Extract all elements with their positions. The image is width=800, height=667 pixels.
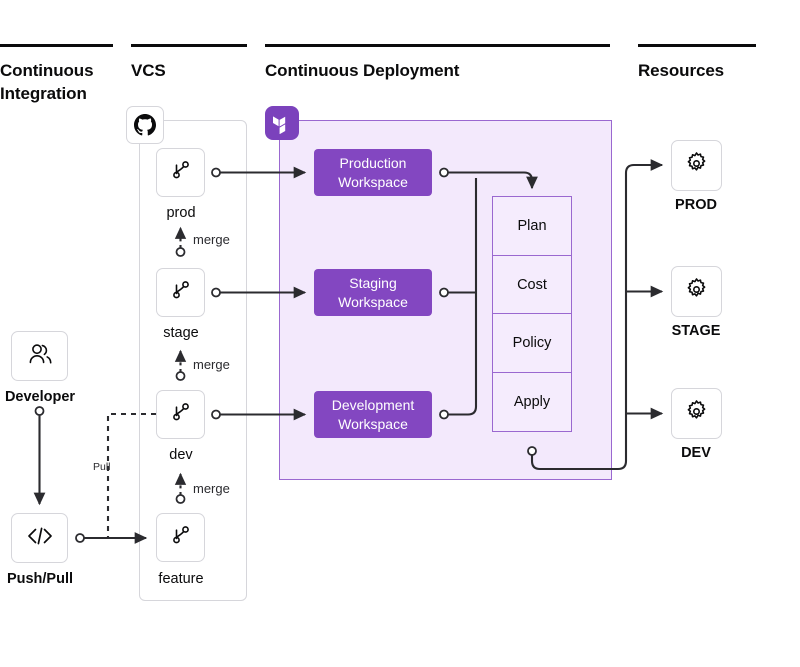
node-label-resource-stage: STAGE bbox=[671, 323, 721, 339]
run-stage-stack: Plan Cost Policy Apply bbox=[492, 196, 572, 432]
git-branch-icon bbox=[169, 523, 193, 552]
node-label-resource-prod: PROD bbox=[675, 197, 717, 213]
edge-label-merge-stage: merge bbox=[193, 357, 230, 372]
run-stage-plan[interactable]: Plan bbox=[492, 196, 572, 256]
diagram-canvas: Continuous Integration VCS Continuous De… bbox=[0, 0, 800, 667]
column-header-resources: Resources bbox=[638, 61, 725, 80]
edge-label-merge-prod: merge bbox=[193, 232, 230, 247]
run-stage-cost[interactable]: Cost bbox=[492, 254, 572, 315]
node-production-workspace[interactable]: Production Workspace bbox=[314, 149, 432, 196]
git-branch-icon bbox=[169, 400, 193, 429]
node-resource-prod[interactable] bbox=[671, 140, 722, 191]
node-label-branch-stage: stage bbox=[163, 325, 199, 341]
users-icon bbox=[27, 343, 53, 370]
column-rule-resources bbox=[638, 44, 756, 47]
node-resource-stage[interactable] bbox=[671, 266, 722, 317]
node-developer[interactable] bbox=[11, 331, 68, 381]
column-rule-cd bbox=[265, 44, 610, 47]
run-stage-apply[interactable]: Apply bbox=[492, 371, 572, 432]
node-label-branch-prod: prod bbox=[166, 205, 196, 221]
node-label-branch-feature: feature bbox=[158, 571, 204, 587]
github-icon[interactable] bbox=[126, 106, 164, 144]
column-header-vcs: VCS bbox=[131, 61, 166, 80]
node-development-workspace[interactable]: Development Workspace bbox=[314, 391, 432, 438]
terraform-icon bbox=[265, 106, 299, 140]
run-stage-policy[interactable]: Policy bbox=[492, 313, 572, 374]
node-branch-stage[interactable] bbox=[156, 268, 205, 317]
gear-icon bbox=[684, 151, 709, 181]
column-header-cd: Continuous Deployment bbox=[265, 61, 460, 80]
column-rule-vcs bbox=[131, 44, 247, 47]
node-resource-dev[interactable] bbox=[671, 388, 722, 439]
gear-icon bbox=[684, 277, 709, 307]
code-brackets-icon bbox=[25, 526, 55, 551]
node-branch-prod[interactable] bbox=[156, 148, 205, 197]
node-label-resource-dev: DEV bbox=[681, 445, 711, 461]
column-header-ci: Continuous Integration bbox=[0, 61, 94, 103]
column-rule-ci bbox=[0, 44, 113, 47]
edge-developer-to-push-pull bbox=[33, 406, 46, 506]
node-label-developer: Developer bbox=[4, 389, 76, 405]
node-label-branch-dev: dev bbox=[169, 447, 193, 463]
edge-push-pull-to-feature bbox=[75, 532, 148, 544]
gear-icon bbox=[684, 399, 709, 429]
git-branch-icon bbox=[169, 158, 193, 187]
edge-label-pull: Pull bbox=[93, 461, 111, 473]
node-staging-workspace[interactable]: Staging Workspace bbox=[314, 269, 432, 316]
node-branch-dev[interactable] bbox=[156, 390, 205, 439]
node-label-push-pull: Push/Pull bbox=[6, 571, 74, 587]
node-push-pull[interactable] bbox=[11, 513, 68, 563]
git-branch-icon bbox=[169, 278, 193, 307]
edge-label-merge-dev: merge bbox=[193, 481, 230, 496]
node-branch-feature[interactable] bbox=[156, 513, 205, 562]
